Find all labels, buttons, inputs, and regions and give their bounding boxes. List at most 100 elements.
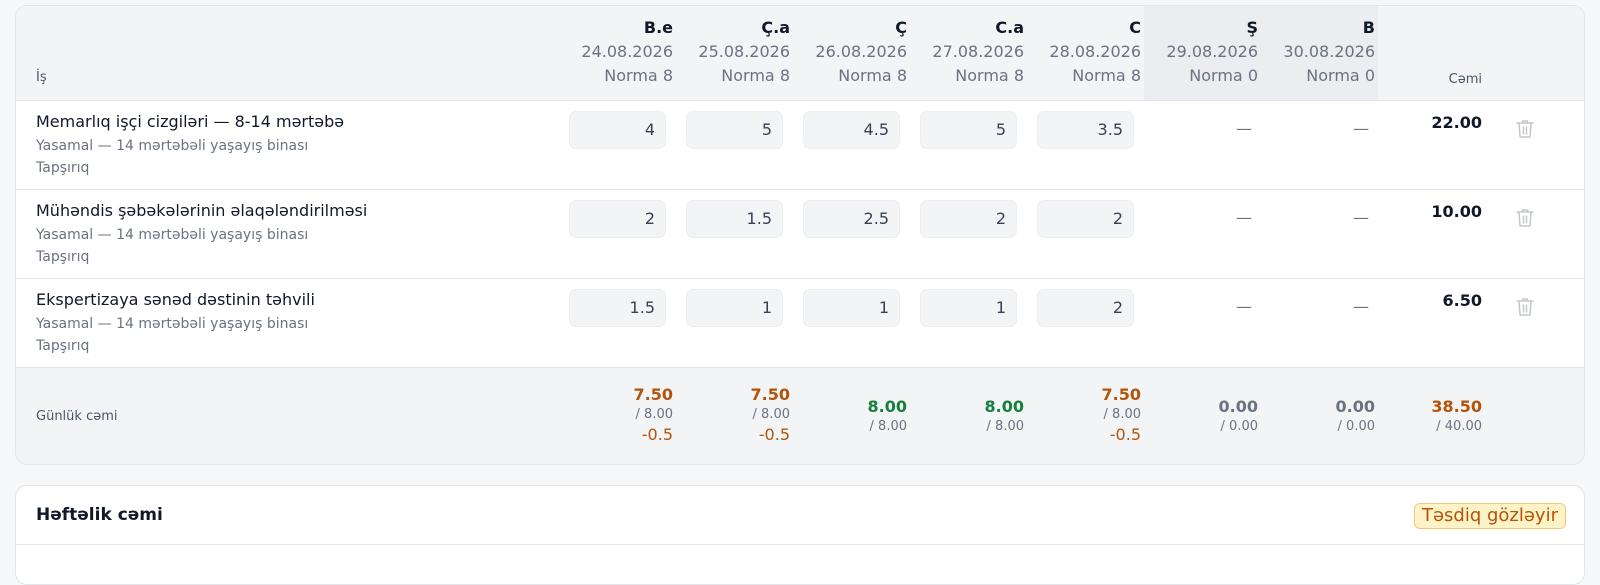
day-norm: Norma 8 [604, 66, 673, 85]
table-row: Mühəndis şəbəkələrinin əlaqələndirilməsi… [16, 189, 1584, 278]
daily-total-value: 8.00 [867, 397, 907, 416]
daily-total-thu: 8.00 / 8.00 [917, 396, 1034, 436]
task-project: Yasamal — 14 mərtəbəli yaşayış binası [36, 138, 309, 154]
weekend-empty: — [1236, 297, 1252, 316]
hours-input[interactable]: 2 [920, 200, 1017, 238]
row-total: 10.00 [1431, 202, 1482, 221]
hours-input[interactable]: 1 [686, 289, 783, 327]
total-column-header: Cəmi [1448, 72, 1482, 87]
hours-input[interactable]: 1.5 [686, 200, 783, 238]
day-header-thu: C.a 27.08.2026 Norma 8 [917, 18, 1034, 86]
daily-total-norm: / 0.00 [1220, 419, 1258, 434]
day-header-sat: Ş 29.08.2026 Norma 0 [1151, 18, 1268, 86]
daily-total-norm: / 8.00 [752, 407, 790, 422]
divider [16, 544, 1584, 545]
hours-input[interactable]: 2 [1037, 289, 1134, 327]
daily-total-sat: 0.00 / 0.00 [1151, 396, 1268, 436]
day-header-fri: C 28.08.2026 Norma 8 [1034, 18, 1151, 86]
weekend-empty: — [1353, 208, 1369, 227]
day-name: Ç [895, 18, 907, 37]
day-norm: Norma 8 [838, 66, 907, 85]
day-norm: Norma 8 [721, 66, 790, 85]
day-name: Ç.a [761, 18, 790, 37]
daily-total-value: 0.00 [1335, 397, 1375, 416]
daily-total-fri: 7.50 / 8.00 -0.5 [1034, 384, 1151, 446]
daily-total-value: 7.50 [750, 385, 790, 404]
day-date: 27.08.2026 [932, 42, 1024, 61]
weekend-empty: — [1353, 297, 1369, 316]
trash-icon[interactable] [1516, 297, 1534, 317]
day-name: Ş [1246, 18, 1258, 37]
task-type: Tapşırıq [36, 338, 90, 354]
daily-total-norm: / 0.00 [1337, 419, 1375, 434]
daily-total-diff: -0.5 [641, 425, 673, 444]
hours-input[interactable]: 1.5 [569, 289, 666, 327]
trash-icon[interactable] [1516, 208, 1534, 228]
hours-input[interactable]: 1 [920, 289, 1017, 327]
hours-input[interactable]: 2 [569, 200, 666, 238]
day-date: 26.08.2026 [815, 42, 907, 61]
hours-input[interactable]: 5 [920, 111, 1017, 149]
day-header-mon: B.e 24.08.2026 Norma 8 [566, 18, 683, 86]
hours-input[interactable]: 3.5 [1037, 111, 1134, 149]
task-type: Tapşırıq [36, 249, 90, 265]
hours-input[interactable]: 2 [1037, 200, 1134, 238]
daily-total-value: 0.00 [1218, 397, 1258, 416]
table-row: Memarlıq işçi cizgiləri — 8-14 mərtəbə Y… [16, 100, 1584, 189]
day-name: B [1362, 18, 1375, 37]
daily-totals-row: Günlük cəmi 7.50 / 8.00 -0.5 7.50 / 8.00… [16, 367, 1584, 464]
hours-input[interactable]: 1 [803, 289, 900, 327]
trash-icon[interactable] [1516, 119, 1534, 139]
daily-total-norm: / 8.00 [1103, 407, 1141, 422]
day-date: 30.08.2026 [1283, 42, 1375, 61]
day-header-sun: B 30.08.2026 Norma 0 [1268, 18, 1385, 86]
daily-total-value: 7.50 [633, 385, 673, 404]
day-date: 28.08.2026 [1049, 42, 1141, 61]
weekly-summary-card: Həftəlik cəmi Təsdiq gözləyir [15, 485, 1585, 585]
day-name: C.a [995, 18, 1024, 37]
day-name: B.e [643, 18, 673, 37]
daily-total-sun: 0.00 / 0.00 [1268, 396, 1385, 436]
day-date: 29.08.2026 [1166, 42, 1258, 61]
row-total: 6.50 [1442, 291, 1482, 310]
status-badge: Təsdiq gözləyir [1413, 503, 1566, 529]
hours-input[interactable]: 2.5 [803, 200, 900, 238]
weekend-empty: — [1353, 119, 1369, 138]
daily-total-tue: 7.50 / 8.00 -0.5 [683, 384, 800, 446]
daily-totals-label: Günlük cəmi [36, 409, 118, 424]
daily-total-value: 8.00 [984, 397, 1024, 416]
weekend-empty: — [1236, 119, 1252, 138]
task-column-header: İş [36, 70, 47, 85]
day-norm: Norma 8 [955, 66, 1024, 85]
daily-total-norm: / 8.00 [986, 419, 1024, 434]
day-norm: Norma 0 [1306, 66, 1375, 85]
daily-total-norm: / 8.00 [635, 407, 673, 422]
daily-total-norm: / 8.00 [869, 419, 907, 434]
task-project: Yasamal — 14 mərtəbəli yaşayış binası [36, 227, 309, 243]
weekly-total-value: 38.50 [1431, 397, 1482, 416]
task-project: Yasamal — 14 mərtəbəli yaşayış binası [36, 316, 309, 332]
day-date: 25.08.2026 [698, 42, 790, 61]
task-title[interactable]: Memarlıq işçi cizgiləri — 8-14 mərtəbə [36, 112, 344, 132]
row-total: 22.00 [1431, 113, 1482, 132]
daily-total-diff: -0.5 [1109, 425, 1141, 444]
weekend-empty: — [1236, 208, 1252, 227]
weekly-summary-title: Həftəlik cəmi [36, 505, 163, 525]
task-title[interactable]: Mühəndis şəbəkələrinin əlaqələndirilməsi [36, 201, 367, 221]
day-header-tue: Ç.a 25.08.2026 Norma 8 [683, 18, 800, 86]
hours-input[interactable]: 4 [569, 111, 666, 149]
table-header: İş B.e 24.08.2026 Norma 8 Ç.a 25.08.2026… [16, 6, 1584, 100]
hours-input[interactable]: 5 [686, 111, 783, 149]
task-type: Tapşırıq [36, 160, 90, 176]
day-name: C [1129, 18, 1141, 37]
table-row: Ekspertizaya sənəd dəstinin təhvili Yasa… [16, 278, 1584, 367]
daily-total-mon: 7.50 / 8.00 -0.5 [566, 384, 683, 446]
day-header-wed: Ç 26.08.2026 Norma 8 [800, 18, 917, 86]
task-title[interactable]: Ekspertizaya sənəd dəstinin təhvili [36, 290, 315, 310]
hours-input[interactable]: 4.5 [803, 111, 900, 149]
day-date: 24.08.2026 [581, 42, 673, 61]
weekly-total: 38.50 / 40.00 [1378, 396, 1482, 436]
daily-total-wed: 8.00 / 8.00 [800, 396, 917, 436]
weekly-total-norm: / 40.00 [1436, 419, 1482, 434]
daily-total-diff: -0.5 [758, 425, 790, 444]
